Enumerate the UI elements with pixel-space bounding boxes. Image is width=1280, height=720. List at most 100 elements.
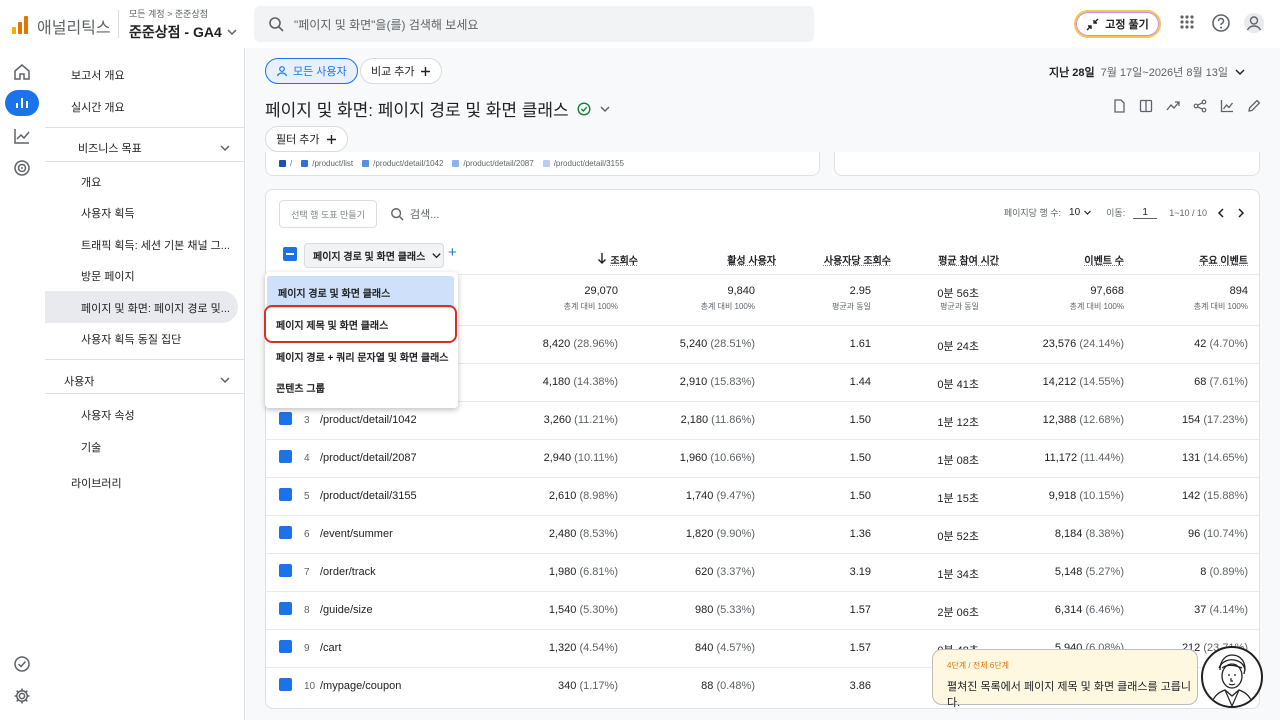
row-checkbox[interactable]	[279, 450, 292, 463]
row-dimension[interactable]: /product/detail/2087	[320, 452, 417, 464]
reports-icon[interactable]	[5, 90, 39, 116]
cell-views-value: 4,180	[542, 376, 571, 388]
nav-traffic-acquisition[interactable]: 트래픽 획득: 세션 기본 채널 그...	[81, 237, 230, 253]
account-icon[interactable]	[1243, 12, 1265, 34]
chevron-down-icon[interactable]	[219, 142, 231, 154]
cell-views-per-user-value: 3.86	[849, 680, 871, 692]
dropdown-option-page-path-query[interactable]: 페이지 경로 + 쿼리 문자열 및 화면 클래스	[265, 340, 458, 372]
segment-chip-all-users[interactable]: 모든 사용자	[265, 58, 358, 84]
nav-user-attributes[interactable]: 사용자 속성	[81, 407, 135, 423]
nav-user-acquisition-cohort[interactable]: 사용자 획득 동질 집단	[81, 331, 181, 347]
help-icon[interactable]	[1211, 13, 1231, 33]
search-bar[interactable]: "페이지 및 화면"을(를) 검색해 보세요	[254, 6, 814, 42]
nav-library[interactable]: 라이브러리	[71, 475, 122, 491]
table-search[interactable]: 검색...	[390, 206, 439, 222]
chevron-left-icon[interactable]	[1215, 207, 1227, 219]
row-dimension[interactable]: /event/summer	[320, 528, 393, 540]
insights-icon[interactable]	[1166, 99, 1180, 113]
add-filter-button[interactable]: 필터 추가	[265, 126, 348, 152]
nav-reports-overview[interactable]: 보고서 개요	[71, 67, 125, 83]
nav-user-acquisition[interactable]: 사용자 획득	[81, 205, 135, 221]
row-checkbox[interactable]	[279, 640, 292, 653]
nav-overview[interactable]: 개요	[81, 174, 101, 190]
select-all-checkbox[interactable]	[283, 247, 297, 261]
chevron-down-icon[interactable]	[599, 103, 611, 115]
legend-item[interactable]: /product/detail/2087	[452, 159, 534, 168]
header-active-users[interactable]: 활성 사용자	[696, 252, 776, 267]
cell-active-users: 5,240 (28.51%)	[655, 338, 755, 350]
cell-views-per-user: 1.61	[791, 338, 871, 350]
table-row[interactable]: 7/order/track 1,980 (6.81%) 620 (3.37%) 3.1…	[266, 553, 1259, 591]
unpin-button[interactable]: 고정 풀기	[1074, 10, 1161, 38]
row-dimension[interactable]: /product/detail/1042	[320, 414, 417, 426]
dimension-selector[interactable]: 페이지 경로 및 화면 클래스	[304, 243, 444, 268]
legend-item[interactable]: /	[279, 159, 292, 168]
add-comparison-label: 비교 추가	[371, 66, 415, 78]
apps-icon[interactable]	[1179, 14, 1195, 30]
chevron-right-icon[interactable]	[1235, 207, 1247, 219]
rows-per-page-select[interactable]: 10	[1069, 207, 1092, 218]
goto-page-input[interactable]: 1	[1133, 207, 1158, 219]
dropdown-option-page-path[interactable]: 페이지 경로 및 화면 클래스	[267, 276, 454, 308]
header-event-count[interactable]: 이벤트 수	[1044, 252, 1124, 267]
row-index: 6	[304, 529, 310, 540]
nav-section-user[interactable]: 사용자	[64, 373, 94, 389]
cell-active-users-percent: (15.83%)	[710, 376, 755, 388]
cell-event-count: 6,314 (6.46%)	[1004, 604, 1124, 616]
table-row[interactable]: 4/product/detail/2087 2,940 (10.11%) 1,960…	[266, 439, 1259, 477]
cell-event-count: 5,148 (5.27%)	[1004, 566, 1124, 578]
admin-check-icon[interactable]	[12, 654, 32, 674]
legend-item[interactable]: /product/detail/3155	[542, 159, 624, 168]
edit-pencil-icon[interactable]	[1247, 99, 1261, 113]
cell-active-users-value: 1,960	[679, 452, 708, 464]
header-views-per-user[interactable]: 사용자당 조회수	[791, 252, 891, 267]
date-range-picker[interactable]: 지난 28일 7월 17일~2026년 8월 13일	[1049, 64, 1246, 80]
header-avg-engagement[interactable]: 평균 참여 시간	[899, 252, 999, 267]
header-key-events[interactable]: 주요 이벤트	[1168, 252, 1248, 267]
nav-landing-page[interactable]: 방문 페이지	[81, 268, 135, 284]
row-checkbox[interactable]	[279, 602, 292, 615]
chart-icon[interactable]	[1220, 99, 1234, 113]
row-checkbox[interactable]	[279, 678, 292, 691]
row-dimension[interactable]: /order/track	[320, 566, 376, 578]
cell-views-per-user: 1.36	[791, 528, 871, 540]
row-dimension[interactable]: /cart	[320, 642, 341, 654]
row-dimension[interactable]: /guide/size	[320, 604, 373, 616]
table-row[interactable]: 5/product/detail/3155 2,610 (8.98%) 1,740 …	[266, 477, 1259, 515]
account-breadcrumb[interactable]: 모든 계정 > 준준상점	[129, 7, 208, 20]
row-checkbox[interactable]	[279, 488, 292, 501]
row-checkbox[interactable]	[279, 526, 292, 539]
table-row[interactable]: 6/event/summer 2,480 (8.53%) 1,820 (9.90%)…	[266, 515, 1259, 553]
nav-realtime[interactable]: 실시간 개요	[71, 99, 125, 115]
nav-pages-and-screens[interactable]: 페이지 및 화면: 페이지 경로 및...	[81, 300, 230, 316]
cell-avg-engagement-value: 0분 52초	[937, 531, 979, 543]
nav-tech[interactable]: 기술	[81, 439, 101, 455]
add-dimension-plus-icon[interactable]: +	[448, 245, 457, 260]
dropdown-option-content-group[interactable]: 콘텐츠 그룹	[265, 371, 458, 403]
advertising-icon[interactable]	[12, 158, 32, 178]
home-icon[interactable]	[12, 62, 32, 82]
make-chart-from-rows-button[interactable]: 선택 행 도표 만들기	[279, 200, 377, 228]
nav-section-business-goals[interactable]: 비즈니스 목표	[78, 140, 142, 156]
legend-item[interactable]: /product/detail/1042	[362, 159, 443, 168]
chevron-down-icon[interactable]	[219, 374, 231, 386]
row-checkbox[interactable]	[279, 564, 292, 577]
row-dimension[interactable]: /product/detail/3155	[320, 490, 417, 502]
document-icon[interactable]	[1112, 99, 1126, 113]
add-comparison-button[interactable]: 비교 추가	[360, 58, 442, 84]
row-checkbox[interactable]	[279, 412, 292, 425]
header-views[interactable]: 조회수	[578, 252, 638, 267]
cell-views-value: 1,980	[548, 566, 577, 578]
property-selector[interactable]: 준준상점 - GA4	[129, 22, 238, 42]
explore-icon[interactable]	[12, 126, 32, 146]
total-key-events-sub: 총계 대비 100%	[1193, 302, 1248, 311]
table-row[interactable]: 8/guide/size 1,540 (5.30%) 980 (5.33%) 1.57…	[266, 591, 1259, 629]
cell-active-users: 88 (0.48%)	[655, 680, 755, 692]
verified-check-icon[interactable]	[577, 101, 591, 116]
cell-views: 1,320 (4.54%)	[528, 642, 618, 654]
legend-item[interactable]: /product/list	[301, 159, 353, 168]
compare-columns-icon[interactable]	[1139, 99, 1153, 113]
share-icon[interactable]	[1193, 99, 1207, 113]
settings-gear-icon[interactable]	[12, 686, 32, 706]
row-dimension[interactable]: /mypage/coupon	[320, 680, 401, 692]
